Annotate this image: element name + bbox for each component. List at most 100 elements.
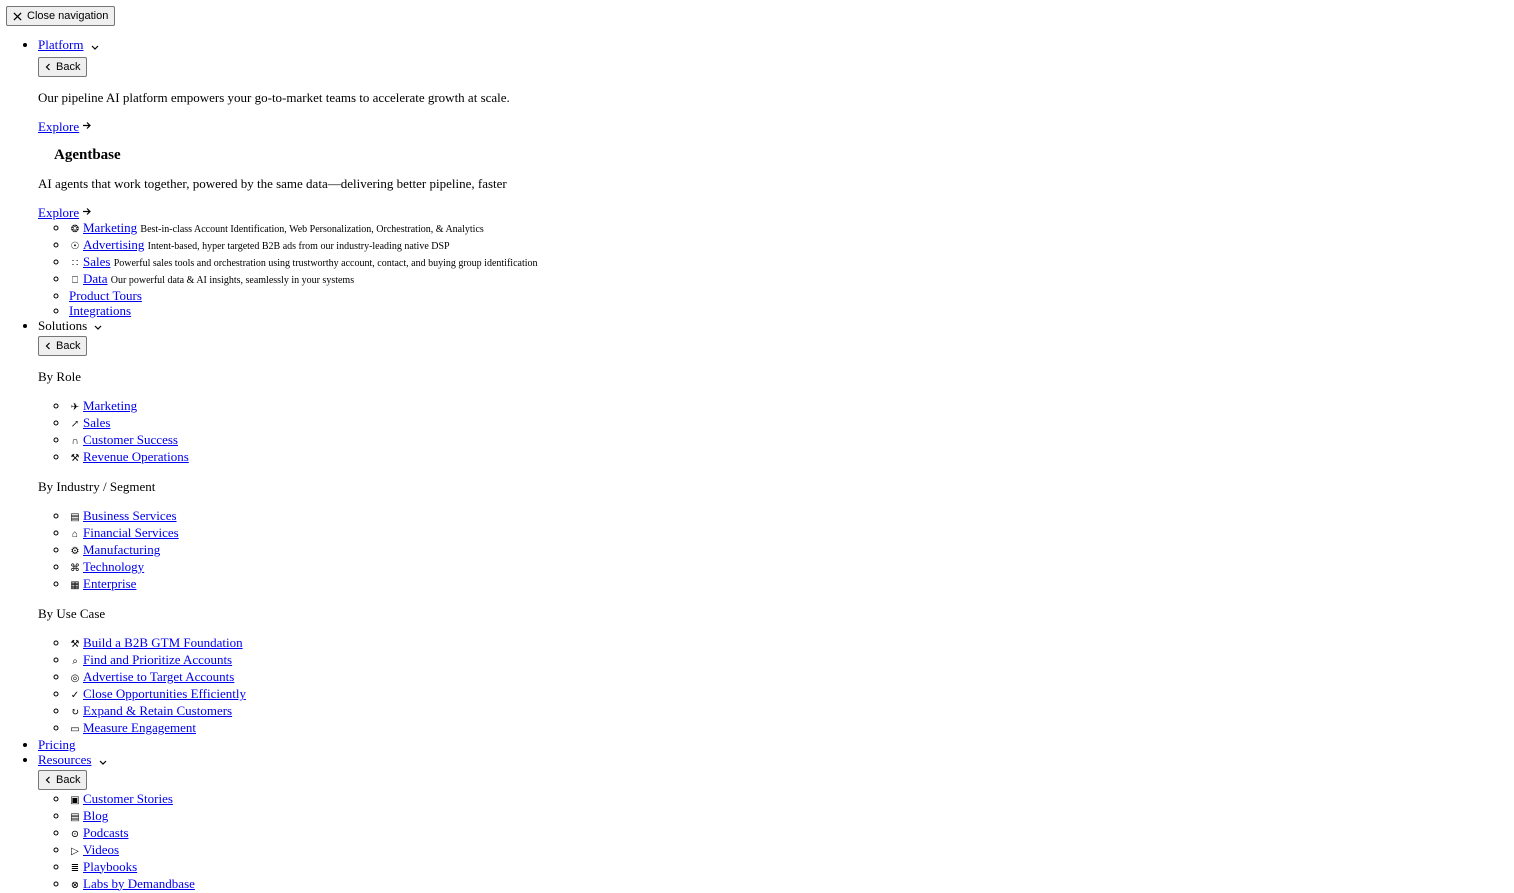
use-case-gtm-foundation-link[interactable]: Build a B2B GTM Foundation: [83, 635, 243, 650]
nav-item-resources: Resources Back ▣Customer Stories ▤Blog ⊙…: [38, 752, 538, 893]
role-customer-success-link[interactable]: Customer Success: [83, 432, 178, 447]
chevron-down-icon[interactable]: [99, 754, 107, 769]
list-item: ∩ Customer Success: [69, 432, 538, 449]
user-card-icon: ▣: [70, 794, 80, 806]
tools-icon: ⚒: [70, 453, 80, 465]
back-label: Back: [56, 340, 81, 353]
list-item: ▦Enterprise: [69, 576, 538, 593]
resources-list: ▣Customer Stories ▤Blog ⊙Podcasts ▷ Video…: [38, 791, 538, 893]
platform-back-button[interactable]: Back: [38, 56, 88, 77]
videos-link[interactable]: Videos: [83, 842, 119, 857]
list-item: ✓Close Opportunities Efficiently: [69, 686, 538, 703]
briefcase-icon: ▤: [70, 512, 80, 524]
list-item: ⚒Revenue Operations: [69, 449, 538, 466]
use-case-find-accounts-link[interactable]: Find and Prioritize Accounts: [83, 652, 232, 667]
database-icon: ⎕: [72, 274, 78, 286]
platform-marketing-link[interactable]: Marketing: [83, 220, 137, 235]
chevron-down-icon[interactable]: [91, 39, 99, 54]
chevron-left-icon: [45, 63, 51, 71]
solutions-back-button[interactable]: Back: [38, 336, 88, 357]
search-icon: ⌕: [72, 656, 78, 668]
list-item: ▤Business Services: [69, 508, 538, 525]
flask-icon: ⊗: [70, 879, 80, 891]
agentbase-explore-link[interactable]: Explore: [38, 205, 79, 220]
platform-sales-link[interactable]: Sales: [83, 254, 110, 269]
industry-business-services-link[interactable]: Business Services: [83, 508, 177, 523]
ruler-icon: ▭: [70, 724, 80, 736]
integrations-link[interactable]: Integrations: [69, 303, 131, 318]
bank-icon: ⌂: [71, 529, 78, 541]
chevron-left-icon: [45, 342, 51, 350]
item-description: Best-in-class Account Identification, We…: [140, 223, 484, 235]
agentbase-title: Agentbase: [54, 146, 121, 163]
platform-data-link[interactable]: Data: [83, 271, 108, 286]
platform-items: ❂Marketing Best-in-class Account Identif…: [38, 220, 538, 318]
use-case-advertise-link[interactable]: Advertise to Target Accounts: [83, 669, 234, 684]
list-item: ⌂ Financial Services: [69, 525, 538, 542]
close-icon: [13, 11, 22, 21]
platform-link[interactable]: Platform: [38, 37, 84, 52]
list-item: ✈Marketing: [69, 398, 538, 415]
chevron-down-icon[interactable]: [94, 319, 102, 334]
agentbase-description: AI agents that work together, powered by…: [38, 175, 507, 191]
role-marketing-link[interactable]: Marketing: [83, 398, 137, 413]
industry-financial-services-link[interactable]: Financial Services: [83, 525, 179, 540]
role-sales-link[interactable]: Sales: [83, 415, 110, 430]
product-tours-link[interactable]: Product Tours: [69, 288, 142, 303]
by-use-case-label: By Use Case: [38, 606, 106, 622]
industry-technology-link[interactable]: Technology: [83, 559, 144, 574]
industry-manufacturing-link[interactable]: Manufacturing: [83, 542, 160, 557]
document-icon: ≣: [70, 862, 80, 874]
industry-enterprise-link[interactable]: Enterprise: [83, 576, 136, 591]
megaphone-icon: ✈: [70, 402, 80, 414]
resources-back-button[interactable]: Back: [38, 769, 88, 790]
list-item: ⚙Manufacturing: [69, 542, 538, 559]
platform-explore-link[interactable]: Explore: [38, 119, 79, 134]
chat-icon: ▤: [70, 811, 80, 823]
pricing-link[interactable]: Pricing: [38, 737, 76, 752]
role-revenue-operations-link[interactable]: Revenue Operations: [83, 449, 189, 464]
close-navigation-button[interactable]: Close navigation: [6, 6, 116, 26]
blog-link[interactable]: Blog: [83, 808, 108, 823]
by-industry-label: By Industry / Segment: [38, 479, 156, 495]
solutions-label[interactable]: Solutions: [38, 318, 87, 333]
item-description: Our powerful data & AI insights, seamles…: [110, 274, 355, 286]
arrow-right-icon: [82, 121, 92, 130]
by-industry-list: ▤Business Services ⌂ Financial Services ⚙…: [38, 508, 538, 593]
list-item: ☉Advertising Intent-based, hyper targete…: [69, 237, 538, 254]
podcasts-link[interactable]: Podcasts: [83, 825, 129, 840]
platform-description: Our pipeline AI platform empowers your g…: [38, 89, 510, 105]
item-description: Powerful sales tools and orchestration u…: [113, 257, 538, 269]
list-item: ❂Marketing Best-in-class Account Identif…: [69, 220, 538, 237]
labs-link[interactable]: Labs by Demandbase: [83, 876, 195, 891]
use-case-expand-retain-link[interactable]: Expand & Retain Customers: [83, 703, 232, 718]
playbooks-link[interactable]: Playbooks: [83, 859, 137, 874]
main-nav-list: Platform Back Our pipeline AI platform e…: [0, 37, 538, 893]
customer-stories-link[interactable]: Customer Stories: [83, 791, 173, 806]
use-case-measure-engagement-link[interactable]: Measure Engagement: [83, 720, 196, 735]
resources-link[interactable]: Resources: [38, 752, 91, 767]
use-case-close-opportunities-link[interactable]: Close Opportunities Efficiently: [83, 686, 246, 701]
list-item: ∷ Sales Powerful sales tools and orchestr…: [69, 254, 538, 271]
list-item: ⌕ Find and Prioritize Accounts: [69, 652, 538, 669]
list-item: ◎Advertise to Target Accounts: [69, 669, 538, 686]
video-icon: ▷: [71, 845, 79, 857]
list-item: ▭Measure Engagement: [69, 720, 538, 737]
headset-icon: ∩: [71, 436, 79, 448]
building-icon: ▦: [70, 580, 80, 592]
arrow-right-icon: [82, 207, 92, 216]
list-item: ≣Playbooks: [69, 859, 538, 876]
nav-item-solutions: Solutions Back By Role ✈Marketing ↗Sales…: [38, 318, 538, 738]
close-navigation-label: Close navigation: [27, 10, 109, 22]
platform-advertising-link[interactable]: Advertising: [83, 237, 144, 252]
chart-icon: ↗: [70, 419, 80, 431]
list-item: ⎕ Data Our powerful data & AI insights, s…: [69, 271, 538, 288]
nav-item-platform: Platform Back Our pipeline AI platform e…: [38, 37, 538, 318]
list-item: ▷ Videos: [69, 842, 538, 859]
advertising-icon: ☉: [70, 240, 80, 252]
refresh-icon: ↻: [70, 707, 80, 719]
chevron-left-icon: [45, 776, 51, 784]
sales-icon: ∷: [71, 257, 79, 269]
chip-icon: ⌘: [70, 563, 80, 575]
gears-icon: ⚙: [70, 546, 80, 558]
